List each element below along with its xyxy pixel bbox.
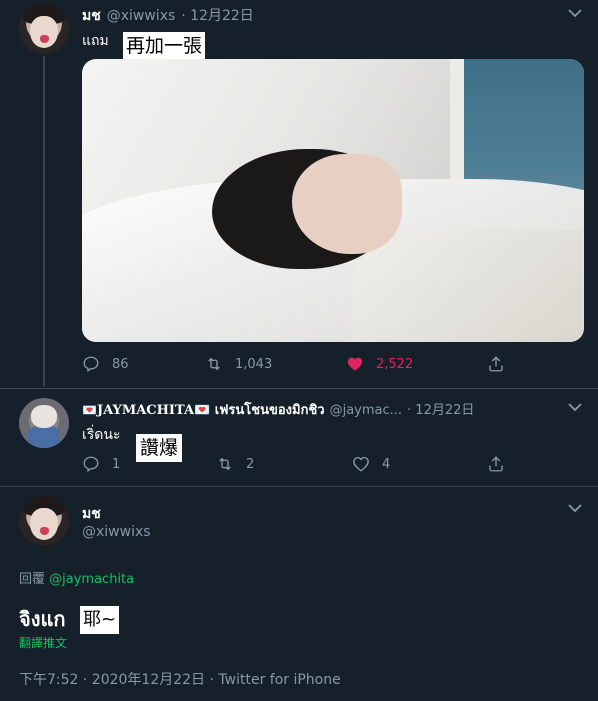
reply-button[interactable]: 1	[82, 455, 120, 473]
reply-count: 86	[112, 356, 129, 372]
user-handle[interactable]: @jaymac...	[330, 403, 402, 418]
like-count: 2,522	[376, 356, 414, 372]
overlay-label: 耶~	[80, 606, 120, 634]
divider	[0, 486, 598, 487]
tweet-text: จิงแก	[19, 607, 66, 631]
avatar[interactable]	[19, 496, 69, 546]
user-handle[interactable]: @xiwwixs	[107, 8, 176, 24]
reply-count: 1	[112, 456, 121, 472]
reply-to-link[interactable]: @jaymachita	[49, 572, 134, 587]
chevron-down-icon[interactable]	[568, 402, 582, 412]
heart-icon	[352, 455, 370, 473]
avatar[interactable]	[19, 398, 69, 448]
retweet-count: 2	[246, 456, 255, 472]
chevron-down-icon[interactable]	[568, 8, 582, 18]
name-prefix: 💌	[82, 403, 97, 417]
retweet-icon	[216, 455, 234, 473]
retweet-icon	[205, 355, 223, 373]
tweet-header: 💌JAYMACHITA💌 เฟรนโชนของมิกชิว @jaymac...…	[82, 399, 474, 420]
overlay-label: 讚爆	[136, 434, 183, 462]
name-main: JAYMACHITA	[96, 403, 195, 418]
like-button[interactable]: 2,522	[346, 355, 413, 373]
overlay-label: 再加一張	[123, 32, 206, 60]
retweet-button[interactable]: 1,043	[205, 355, 272, 373]
chevron-down-icon[interactable]	[568, 503, 582, 513]
replying-to: 回覆 @jaymachita	[19, 568, 134, 587]
user-handle[interactable]: @xiwwixs	[82, 524, 151, 540]
display-name[interactable]: มช	[82, 5, 101, 27]
display-name[interactable]: 💌JAYMACHITA💌 เฟรนโชนของมิกชิว	[82, 399, 325, 420]
tweet-header: มช @xiwwixs · 12月22日	[82, 5, 254, 27]
divider	[0, 388, 598, 389]
reply-prefix: 回覆	[19, 572, 46, 587]
share-icon	[487, 455, 505, 473]
tweet-date[interactable]: · 12月22日	[181, 5, 254, 25]
reply-icon	[82, 355, 100, 373]
tweet-meta[interactable]: 下午7:52 · 2020年12月22日 · Twitter for iPhon…	[19, 669, 341, 689]
retweet-button[interactable]: 2	[216, 455, 254, 473]
thread-line	[43, 56, 45, 386]
heart-icon	[346, 355, 364, 373]
share-button[interactable]	[487, 455, 505, 473]
share-button[interactable]	[487, 355, 505, 373]
like-count: 4	[382, 456, 391, 472]
tweet-date[interactable]: · 12月22日	[407, 399, 474, 418]
tweet-photo[interactable]	[82, 59, 584, 342]
name-suffix: 💌 เฟรนโชนของมิกชิว	[194, 403, 325, 418]
translate-link[interactable]: 翻譯推文	[19, 634, 67, 651]
tweet-text: แถม	[82, 33, 109, 49]
reply-button[interactable]: 86	[82, 355, 129, 373]
tweet-text: เริ่ดนะ	[82, 427, 121, 443]
like-button[interactable]: 4	[352, 455, 390, 473]
share-icon	[487, 355, 505, 373]
retweet-count: 1,043	[235, 356, 273, 372]
reply-icon	[82, 455, 100, 473]
avatar[interactable]	[19, 4, 69, 54]
display-name[interactable]: มช	[82, 503, 101, 525]
